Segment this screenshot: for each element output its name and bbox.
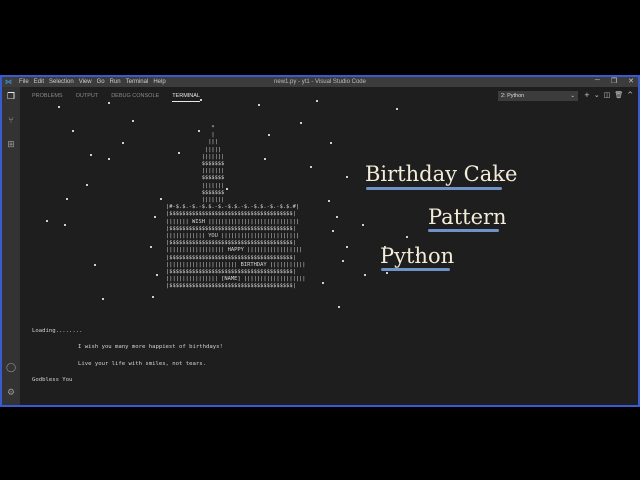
tab-debug-console[interactable]: DEBUG CONSOLE bbox=[111, 93, 159, 102]
star-dot bbox=[154, 216, 156, 218]
maximize-panel-icon[interactable]: ^ bbox=[627, 91, 633, 99]
star-dot bbox=[316, 100, 318, 102]
godbless-text: Godbless You bbox=[32, 377, 73, 383]
overlay-title-line2: Pattern bbox=[428, 205, 507, 229]
star-dot bbox=[258, 104, 260, 106]
overlay-title-line3: Python bbox=[380, 244, 455, 268]
wish-text: I wish you many more happiest of birthda… bbox=[78, 344, 223, 350]
source-control-icon[interactable]: ⑂ bbox=[6, 116, 16, 126]
star-dot bbox=[396, 108, 398, 110]
star-dot bbox=[332, 230, 334, 232]
star-dot bbox=[300, 122, 302, 124]
terminal-selector-value: 2: Python bbox=[501, 93, 525, 99]
restore-icon[interactable]: ❐ bbox=[611, 77, 617, 85]
star-dot bbox=[200, 99, 202, 101]
star-dot bbox=[346, 176, 348, 178]
star-dot bbox=[46, 220, 48, 222]
star-dot bbox=[322, 282, 324, 284]
tab-problems[interactable]: PROBLEMS bbox=[32, 93, 63, 102]
split-terminal-icon[interactable]: ◫ bbox=[604, 91, 611, 99]
star-dot bbox=[108, 158, 110, 160]
star-dot bbox=[102, 298, 104, 300]
terminal-selector[interactable]: 2: Python ⌄ bbox=[498, 91, 578, 101]
star-dot bbox=[310, 166, 312, 168]
panel-actions: + ⌄ ◫ 🗑 ^ ✕ bbox=[584, 91, 638, 99]
loading-text: Loading........ bbox=[32, 328, 83, 334]
star-dot bbox=[152, 296, 154, 298]
live-text: Live your life with smiles, not tears. bbox=[78, 361, 206, 367]
star-dot bbox=[72, 130, 74, 132]
star-dot bbox=[132, 120, 134, 122]
underline-3 bbox=[381, 268, 450, 271]
tab-output[interactable]: OUTPUT bbox=[76, 93, 99, 102]
gear-icon[interactable]: ⚙ bbox=[6, 388, 16, 398]
star-dot bbox=[64, 224, 66, 226]
explorer-icon[interactable]: ❐ bbox=[6, 92, 16, 102]
vscode-window: ⋈ File Edit Selection View Go Run Termin… bbox=[0, 75, 640, 407]
star-dot bbox=[108, 102, 110, 104]
star-dot bbox=[346, 246, 348, 248]
close-window-icon[interactable]: ✕ bbox=[628, 77, 634, 85]
birthday-cake-ascii: * | ||| ||||| ||||||| $$$$$$$ ||||||| $$… bbox=[166, 125, 306, 290]
star-dot bbox=[90, 154, 92, 156]
activity-bar: ❐ ⑂ ⊞ ◯ ⚙ bbox=[2, 87, 20, 405]
new-terminal-icon[interactable]: + bbox=[584, 91, 590, 99]
star-dot bbox=[156, 274, 158, 276]
extensions-icon[interactable]: ⊞ bbox=[6, 140, 16, 150]
star-dot bbox=[66, 198, 68, 200]
trash-icon[interactable]: 🗑 bbox=[614, 91, 623, 99]
star-dot bbox=[86, 184, 88, 186]
star-dot bbox=[150, 246, 152, 248]
star-dot bbox=[342, 260, 344, 262]
tab-terminal[interactable]: TERMINAL bbox=[172, 93, 200, 102]
star-dot bbox=[330, 142, 332, 144]
title-bar: ⋈ File Edit Selection View Go Run Termin… bbox=[2, 77, 638, 87]
panel-header: PROBLEMS OUTPUT DEBUG CONSOLE TERMINAL 2… bbox=[20, 87, 638, 105]
star-dot bbox=[328, 200, 330, 202]
panel-tabs: PROBLEMS OUTPUT DEBUG CONSOLE TERMINAL bbox=[32, 93, 200, 102]
overlay-title-line1: Birthday Cake bbox=[365, 162, 518, 186]
star-dot bbox=[160, 198, 162, 200]
chevron-down-icon: ⌄ bbox=[570, 93, 575, 99]
window-controls: ─ ❐ ✕ bbox=[595, 77, 634, 85]
terminal-output[interactable]: * | ||| ||||| ||||||| $$$$$$$ ||||||| $$… bbox=[20, 99, 638, 405]
star-dot bbox=[338, 306, 340, 308]
star-dot bbox=[94, 264, 96, 266]
star-dot bbox=[386, 272, 388, 274]
star-dot bbox=[122, 142, 124, 144]
account-icon[interactable]: ◯ bbox=[6, 363, 16, 373]
star-dot bbox=[364, 274, 366, 276]
underline-2 bbox=[428, 229, 499, 232]
star-dot bbox=[406, 236, 408, 238]
star-dot bbox=[362, 224, 364, 226]
window-title: new1.py - yt1 - Visual Studio Code bbox=[274, 78, 366, 85]
star-dot bbox=[336, 216, 338, 218]
underline-1 bbox=[366, 187, 502, 190]
minimize-icon[interactable]: ─ bbox=[595, 77, 600, 85]
star-dot bbox=[58, 106, 60, 108]
terminal-dropdown-icon[interactable]: ⌄ bbox=[594, 91, 600, 99]
